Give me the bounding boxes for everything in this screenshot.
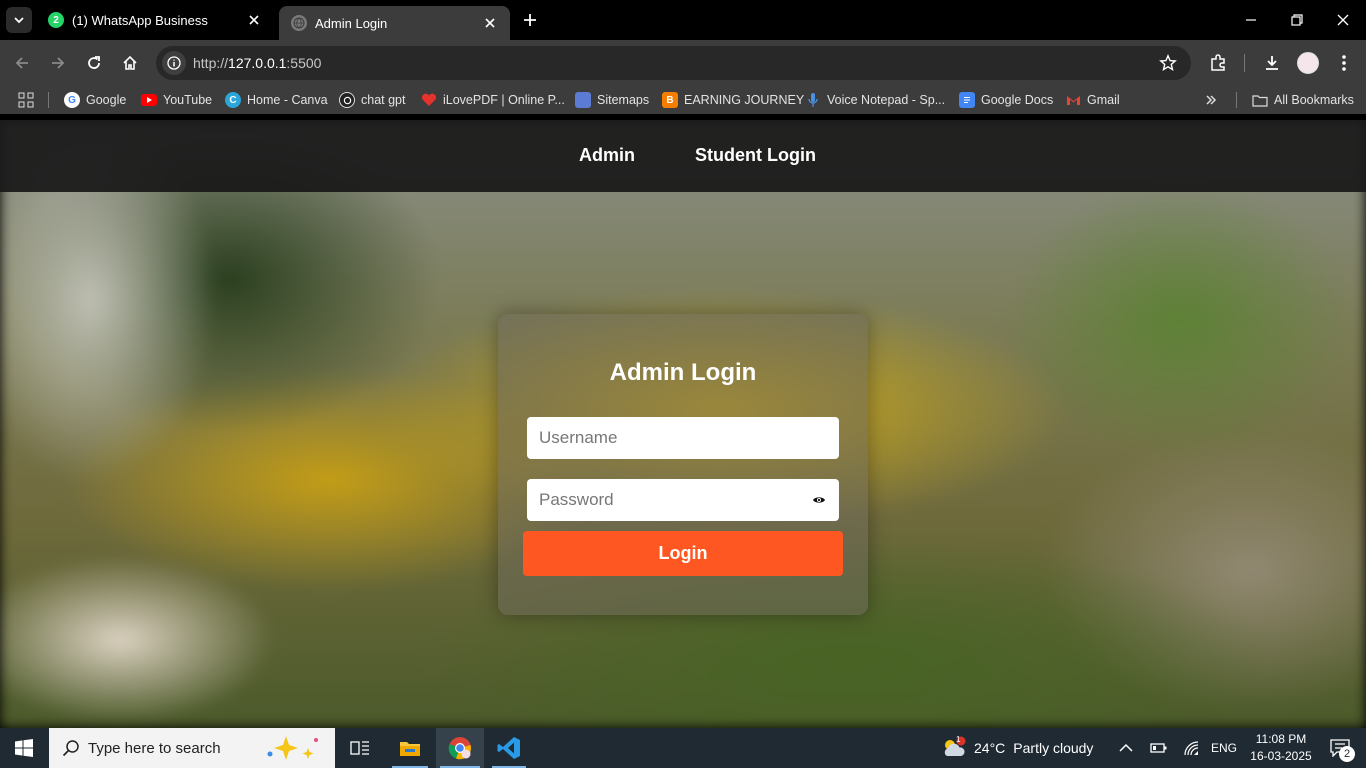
all-bookmarks[interactable]: All Bookmarks <box>1252 91 1354 109</box>
menu-kebab-icon[interactable] <box>1333 52 1355 74</box>
bookmark-chatgpt[interactable]: chat gpt <box>339 91 405 109</box>
task-view-icon[interactable] <box>340 728 380 768</box>
tab-admin-login[interactable]: Admin Login <box>279 6 510 40</box>
notification-count-badge: 2 <box>1339 746 1355 762</box>
search-icon <box>62 740 79 757</box>
tab-whatsapp[interactable]: 2 (1) WhatsApp Business <box>36 0 274 40</box>
login-card: Admin Login Login <box>498 314 868 615</box>
close-tab-icon[interactable] <box>246 12 262 28</box>
close-tab-icon[interactable] <box>482 15 498 31</box>
weather-alert-badge: 1 <box>956 735 961 744</box>
battery-icon[interactable] <box>1148 728 1170 768</box>
notification-center-icon[interactable]: 2 <box>1322 728 1358 768</box>
tab-title: Admin Login <box>315 15 388 31</box>
google-icon: G <box>64 92 80 108</box>
windows-start-icon[interactable] <box>0 728 48 768</box>
login-button[interactable]: Login <box>523 531 843 576</box>
language-indicator[interactable]: ENG <box>1208 728 1240 768</box>
username-input[interactable] <box>527 417 839 459</box>
address-bar[interactable]: http://127.0.0.1:5500 <box>156 46 1191 80</box>
reload-icon[interactable] <box>83 52 105 74</box>
bookmark-earning-journey[interactable]: B EARNING JOURNEY <box>662 91 804 109</box>
ilovepdf-icon <box>421 92 437 108</box>
partly-cloudy-icon <box>944 736 966 756</box>
site-info-icon[interactable] <box>162 51 186 75</box>
clock-time: 11:08 PM <box>1255 732 1307 746</box>
taskbar-search-box[interactable]: Type here to search <box>49 728 335 768</box>
restore-icon[interactable] <box>1287 10 1307 30</box>
home-icon[interactable] <box>119 52 141 74</box>
docs-icon <box>959 92 975 108</box>
page-viewport: Admin Student Login Admin Login Login <box>0 120 1366 728</box>
clock[interactable]: 11:08 PM 16-03-2025 <box>1246 731 1316 765</box>
weather-widget[interactable]: 24°C Partly cloudy <box>941 728 1101 768</box>
profile-avatar[interactable] <box>1297 52 1319 74</box>
browser-toolbar: http://127.0.0.1:5500 <box>0 40 1366 86</box>
sitemaps-icon <box>575 92 591 108</box>
bookmark-google[interactable]: G Google <box>64 91 126 109</box>
download-icon[interactable] <box>1261 52 1283 74</box>
tab-title: (1) WhatsApp Business <box>72 12 208 28</box>
close-window-icon[interactable] <box>1333 10 1353 30</box>
url-text: http://127.0.0.1:5500 <box>193 55 322 71</box>
extensions-icon[interactable] <box>1207 52 1229 74</box>
bookmark-voice-notepad[interactable]: Voice Notepad - Sp... <box>805 91 945 109</box>
apps-grid-icon[interactable] <box>18 91 34 109</box>
bookmark-ilovepdf[interactable]: iLovePDF | Online P... <box>421 91 565 109</box>
weather-temperature: 24°C <box>974 740 1006 756</box>
chatgpt-icon <box>339 92 355 108</box>
bookmarks-separator <box>1236 92 1237 108</box>
folder-icon <box>1252 92 1268 108</box>
bookmarks-separator <box>48 92 49 108</box>
site-navbar: Admin Student Login <box>0 120 1366 192</box>
new-tab-icon[interactable] <box>520 10 540 30</box>
toolbar-separator <box>1244 54 1245 72</box>
password-input[interactable] <box>527 479 839 521</box>
vscode-icon[interactable] <box>488 728 530 768</box>
whatsapp-icon: 2 <box>48 12 64 28</box>
microphone-icon <box>805 92 821 108</box>
blogger-icon: B <box>662 92 678 108</box>
tab-strip: 2 (1) WhatsApp Business Admin Login <box>0 0 1366 40</box>
bookmark-gmail[interactable]: Gmail <box>1065 91 1120 109</box>
back-icon[interactable] <box>11 52 33 74</box>
show-hidden-icons-chevron-up-icon[interactable] <box>1114 728 1138 768</box>
clock-date: 16-03-2025 <box>1250 749 1312 763</box>
file-explorer-icon[interactable] <box>388 728 432 768</box>
bookmarks-bar: G Google YouTube C Home - Canva chat gpt… <box>0 86 1366 114</box>
tab-search-button[interactable] <box>6 7 32 33</box>
more-bookmarks-icon[interactable] <box>1205 91 1217 109</box>
login-title: Admin Login <box>609 359 757 386</box>
nav-link-admin[interactable]: Admin <box>579 145 635 166</box>
gmail-icon <box>1065 92 1081 108</box>
forward-icon[interactable] <box>47 52 69 74</box>
nav-link-student-login[interactable]: Student Login <box>695 145 816 166</box>
chevron-down-icon <box>14 17 24 24</box>
canva-icon: C <box>225 92 241 108</box>
bookmark-star-icon[interactable] <box>1159 54 1177 72</box>
bookmark-canva[interactable]: C Home - Canva <box>225 91 328 109</box>
chrome-taskbar-icon[interactable] <box>436 728 484 768</box>
bookmark-google-docs[interactable]: Google Docs <box>959 91 1053 109</box>
globe-icon <box>291 15 307 31</box>
wifi-icon[interactable] <box>1181 728 1203 768</box>
bookmark-sitemaps[interactable]: Sitemaps <box>575 91 649 109</box>
weather-condition: Partly cloudy <box>1013 740 1094 756</box>
youtube-icon <box>141 94 157 106</box>
show-password-eye-icon[interactable] <box>811 492 827 508</box>
windows-taskbar: Type here to search 24°C Partly cloudy 1… <box>0 728 1366 768</box>
minimize-icon[interactable] <box>1241 10 1261 30</box>
search-placeholder: Type here to search <box>88 739 221 757</box>
bookmark-youtube[interactable]: YouTube <box>141 91 212 109</box>
sparkle-icon <box>267 736 318 760</box>
